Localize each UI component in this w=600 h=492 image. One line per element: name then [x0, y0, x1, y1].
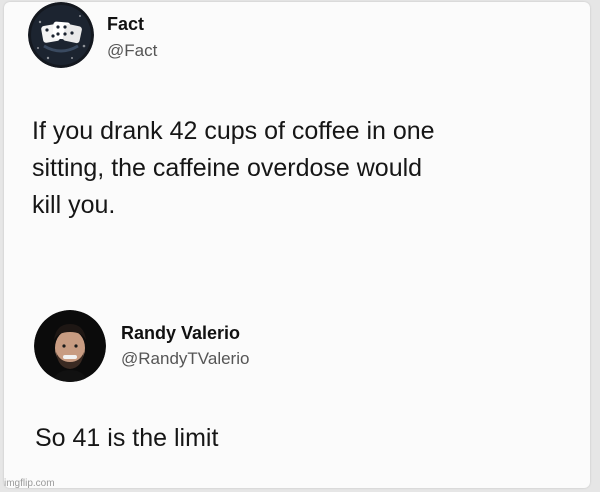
randy-reply-text: So 41 is the limit: [35, 424, 219, 452]
fact-tweet-line: kill you.: [32, 191, 116, 219]
fact-tweet-line: sitting, the caffeine overdose would: [32, 154, 423, 182]
fact-tweet-line: If you drank 42 cups of coffee in one: [32, 117, 435, 145]
randy-author-name[interactable]: Randy Valerio: [121, 323, 240, 344]
profile-photo-icon: [34, 310, 106, 382]
randy-avatar[interactable]: [34, 310, 106, 382]
dice-logo-icon: [28, 2, 94, 68]
fact-author-handle[interactable]: @Fact: [107, 41, 157, 61]
fact-tweet-text: If you drank 42 cups of coffee in one si…: [32, 113, 582, 224]
imgflip-watermark: imgflip.com: [4, 478, 55, 489]
fact-author-name[interactable]: Fact: [107, 14, 144, 35]
tweet-card: Fact @Fact If you drank 42 cups of coffe…: [4, 2, 590, 488]
fact-avatar[interactable]: [28, 2, 94, 68]
randy-author-handle[interactable]: @RandyTValerio: [121, 349, 249, 369]
